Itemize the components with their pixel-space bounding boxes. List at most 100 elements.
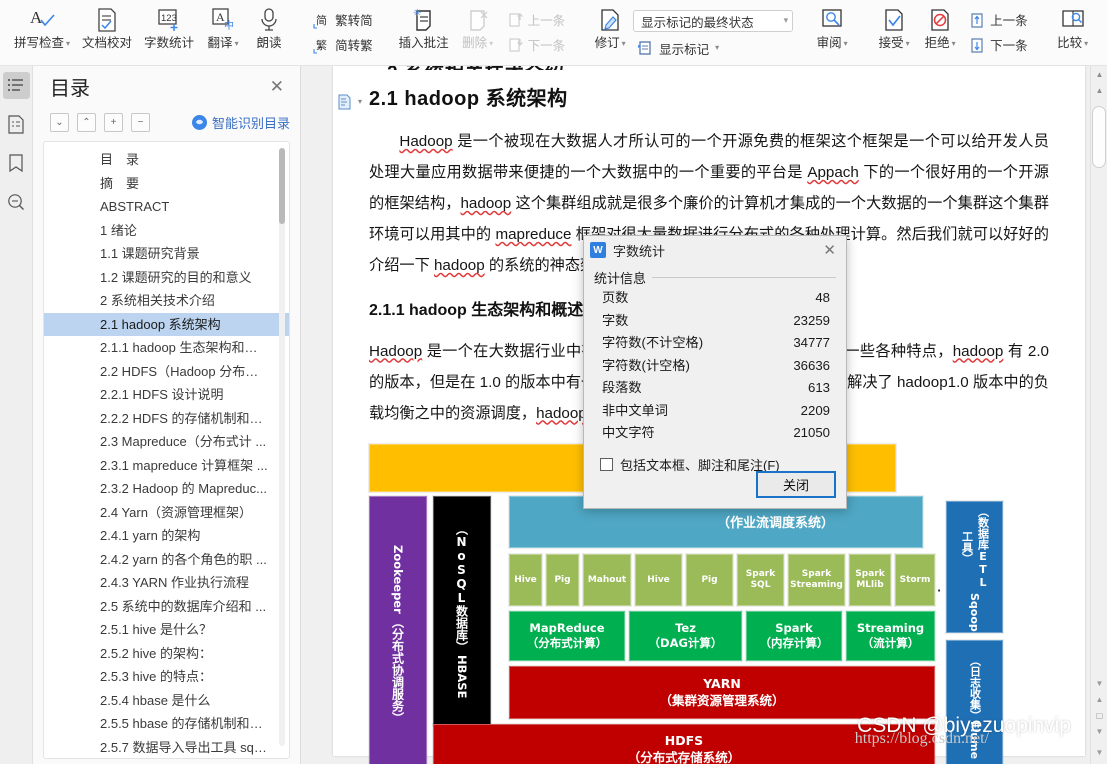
toc-item[interactable]: 1 绪论 bbox=[44, 219, 289, 243]
ribbon-group-review: 审阅 ▾ bbox=[807, 0, 857, 66]
toc-item[interactable]: 2.5.5 hbase 的存储机制和表 ... bbox=[44, 712, 289, 736]
toc-item[interactable]: 1.1 课题研究背景 bbox=[44, 242, 289, 266]
stat-label: 段落数 bbox=[602, 380, 642, 395]
toc-scrollbar-thumb[interactable] bbox=[279, 148, 285, 224]
smart-toc-button[interactable]: 智能识别目录 bbox=[191, 113, 290, 132]
accept-change-button[interactable]: 接受 ▾ bbox=[871, 0, 917, 54]
previous-comment-label: 上一条 bbox=[527, 13, 566, 28]
eco-block-spark: Spark （内存计算） bbox=[746, 610, 842, 661]
scroll-page-next-icon[interactable]: ▼ bbox=[1094, 726, 1105, 737]
scroll-up-icon[interactable]: ▲ bbox=[1091, 82, 1107, 99]
insert-comment-button[interactable]: ✳ 插入批注 bbox=[393, 0, 455, 52]
toc-item[interactable]: 1.2 课题研究的目的和意义 bbox=[44, 266, 289, 290]
toc-item[interactable]: 2.2.2 HDFS 的存储机制和核 ... bbox=[44, 407, 289, 431]
toc-item[interactable]: ABSTRACT bbox=[44, 195, 289, 219]
close-button[interactable]: 关闭 bbox=[756, 471, 836, 498]
accept-change-label: 接受 bbox=[878, 36, 904, 50]
expand-all-button[interactable]: + bbox=[104, 113, 123, 132]
previous-change-button[interactable]: 上一条 bbox=[965, 8, 1032, 33]
checkbox-box[interactable] bbox=[600, 457, 613, 471]
next-change-button[interactable]: 下一条 bbox=[965, 33, 1032, 58]
chevron-down-icon: ▾ bbox=[715, 43, 720, 52]
toc-item[interactable]: 2.5 系统中的数据库介绍和 ... bbox=[44, 595, 289, 619]
toc-item[interactable]: 2.4.1 yarn 的架构 bbox=[44, 524, 289, 548]
rail-button-bookmarks[interactable] bbox=[3, 150, 30, 177]
close-icon[interactable]: ✕ bbox=[264, 76, 290, 97]
toc-item[interactable]: 2.3 Mapreduce（分布式计 ... bbox=[44, 430, 289, 454]
toc-item[interactable]: 目 录 bbox=[44, 148, 289, 172]
scroll-page-up-icon[interactable]: ▲ bbox=[1091, 66, 1107, 83]
read-aloud-button[interactable]: 朗读 bbox=[246, 0, 292, 52]
simp-to-trad-button[interactable]: 繁 简转繁 bbox=[308, 33, 377, 58]
reject-change-button[interactable]: 拒绝 ▾ bbox=[917, 0, 963, 54]
insert-comment-label: 插入批注 bbox=[398, 36, 449, 50]
toc-item[interactable]: 2 系统相关技术介绍 bbox=[44, 289, 289, 313]
translate-button[interactable]: A中 翻译 ▾ bbox=[200, 0, 246, 54]
expand-down-button[interactable]: ⌄ bbox=[50, 113, 69, 132]
select-browse-object-icon[interactable]: ▢ bbox=[1094, 710, 1105, 721]
toc-item-selected[interactable]: 2.1 hadoop 系统架构 bbox=[44, 312, 289, 336]
next-change-label: 下一条 bbox=[990, 38, 1028, 53]
word-count-dialog[interactable]: W 字数统计 ✕ 统计信息 页数 48 字数 23259 字符数(不计空格) 3… bbox=[583, 235, 847, 509]
toc-item[interactable]: 2.2.1 HDFS 设计说明 bbox=[44, 383, 289, 407]
left-icon-rail bbox=[0, 66, 33, 764]
next-comment-button[interactable]: 下一条 bbox=[503, 33, 570, 58]
track-changes-button[interactable]: 修订 ▾ bbox=[587, 0, 633, 54]
delete-comment-button[interactable]: 删除 ▾ bbox=[455, 0, 501, 54]
toc-item[interactable]: 2.2 HDFS（Hadoop 分布式 ... bbox=[44, 360, 289, 384]
toc-item[interactable]: 2.4 Yarn（资源管理框架） bbox=[44, 501, 289, 525]
chevron-down-icon[interactable]: ▾ bbox=[358, 97, 362, 106]
spellerror-hadoop-4: Hadoop bbox=[369, 342, 423, 360]
toc-item[interactable]: 2.5.2 hive 的架构： bbox=[44, 642, 289, 666]
scrollbar-thumb[interactable] bbox=[1092, 106, 1106, 168]
dialog-close-icon[interactable]: ✕ bbox=[817, 243, 842, 258]
scroll-page-prev-icon[interactable]: ▲ bbox=[1094, 694, 1105, 705]
toc-item[interactable]: 2.5.3 hive 的特点： bbox=[44, 665, 289, 689]
toc-scrollbar[interactable] bbox=[279, 148, 285, 746]
review-ribbon: A 拼写检查 ▾ 文档校对 123 字数统计 A中 翻译 ▾ 朗读 简 繁转简 … bbox=[0, 0, 1107, 66]
rail-button-outline[interactable] bbox=[2, 72, 30, 99]
toc-item[interactable]: 2.4.2 yarn 的各个角色的职 ... bbox=[44, 548, 289, 572]
compare-button[interactable]: 比较 ▾ bbox=[1050, 0, 1096, 54]
show-markup-button[interactable]: 显示标记 ▾ bbox=[633, 39, 793, 58]
chevron-down-icon: ▾ bbox=[1084, 39, 1089, 48]
document-proof-button[interactable]: 文档校对 bbox=[76, 0, 138, 52]
rail-button-thumbnails[interactable] bbox=[3, 111, 30, 138]
review-pane-button[interactable]: 审阅 ▾ bbox=[809, 0, 855, 54]
trad-to-simp-button[interactable]: 简 繁转简 bbox=[308, 8, 377, 33]
collapse-up-button[interactable]: ⌃ bbox=[77, 113, 96, 132]
ribbon-group-revisions: 修订 ▾ 显示标记的最终状态 ▾ 显示标记 ▾ bbox=[585, 0, 795, 66]
ribbon-group-chinese-conversion: 简 繁转简 繁 简转繁 bbox=[306, 0, 379, 62]
toc-item[interactable]: 摘 要 bbox=[44, 172, 289, 196]
ribbon-group-accept-reject: 接受 ▾ 拒绝 ▾ 上一条 下一条 bbox=[869, 0, 1036, 66]
toc-item[interactable]: 2.5.7 数据导入导出工具 sqo ... bbox=[44, 736, 289, 759]
ribbon-group-comments: ✳ 插入批注 删除 ▾ 上一条 下一条 bbox=[391, 0, 574, 66]
previous-heading-clipped: 2 系统相关技术介绍 bbox=[369, 66, 1049, 70]
next-comment-label: 下一条 bbox=[527, 38, 566, 53]
scroll-down-icon[interactable]: ▼ bbox=[1094, 678, 1105, 689]
collapse-all-button[interactable]: − bbox=[131, 113, 150, 132]
word-count-button[interactable]: 123 字数统计 bbox=[138, 0, 200, 52]
toc-item[interactable]: 2.5.4 hbase 是什么 bbox=[44, 689, 289, 713]
eco-block-yarn: YARN （集群资源管理系统） bbox=[509, 665, 935, 719]
toc-item[interactable]: 2.4.3 YARN 作业执行流程 bbox=[44, 571, 289, 595]
toc-item[interactable]: 2.3.2 Hadoop 的 Mapreduc... bbox=[44, 477, 289, 501]
rail-button-find[interactable] bbox=[3, 189, 30, 216]
markup-state-dropdown[interactable]: 显示标记的最终状态 ▾ bbox=[633, 10, 794, 32]
scroll-bottom-icon[interactable]: ▼ bbox=[1094, 747, 1105, 758]
toc-container: 目 录 摘 要 ABSTRACT 1 绪论 1.1 课题研究背景 1.2 课题研… bbox=[43, 141, 290, 759]
paragraph-style-marker[interactable]: ▾ bbox=[337, 94, 363, 110]
stat-value: 36636 bbox=[793, 357, 830, 373]
spellcheck-button[interactable]: A 拼写检查 ▾ bbox=[8, 0, 76, 54]
document-vertical-scrollbar[interactable]: ▲ ▲ ▼ ▲ ▢ ▼ ▼ bbox=[1090, 66, 1107, 764]
statistics-group-title: 统计信息 bbox=[594, 271, 647, 286]
stat-row: 中文字符 21050 bbox=[594, 422, 836, 445]
dialog-titlebar: W 字数统计 ✕ bbox=[584, 236, 846, 264]
next-comment-icon bbox=[507, 37, 525, 55]
toc-item[interactable]: 2.3.1 mapreduce 计算框架 ... bbox=[44, 454, 289, 478]
toc-item[interactable]: 2.1.1 hadoop 生态架构和概 ... bbox=[44, 336, 289, 360]
wps-writer-window: A 拼写检查 ▾ 文档校对 123 字数统计 A中 翻译 ▾ 朗读 简 繁转简 … bbox=[0, 0, 1107, 764]
toc-item[interactable]: 2.5.1 hive 是什么？ bbox=[44, 618, 289, 642]
previous-comment-button[interactable]: 上一条 bbox=[503, 8, 570, 33]
nav-header: 目录 ✕ bbox=[43, 76, 290, 102]
